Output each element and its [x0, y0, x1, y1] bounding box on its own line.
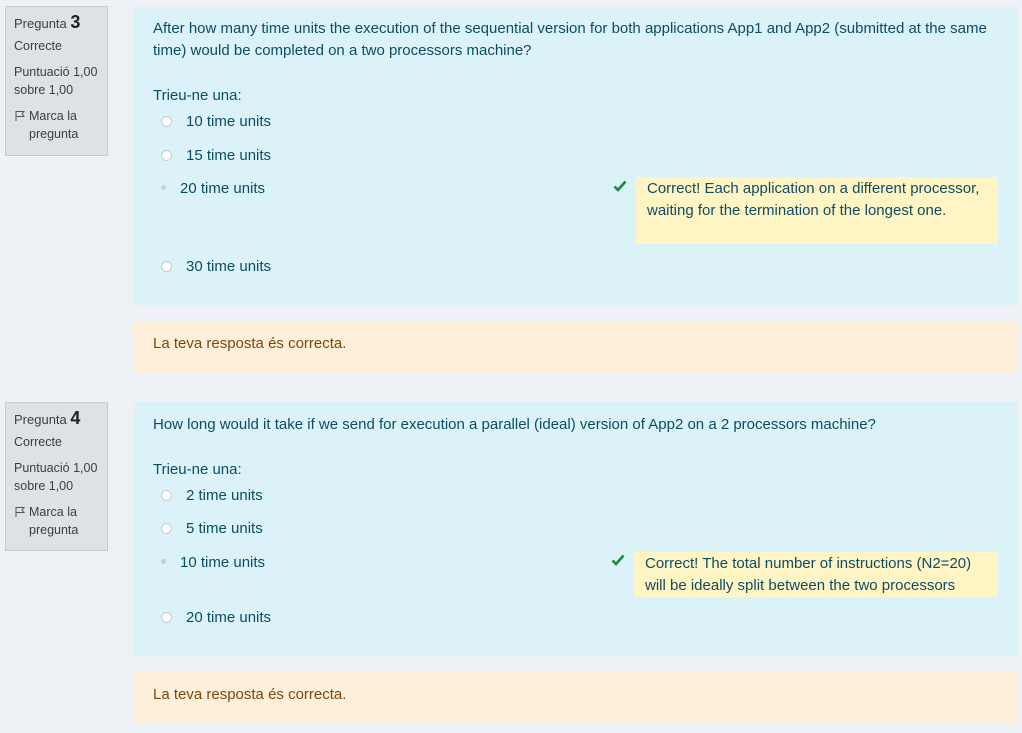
- option-label: 10 time units: [180, 554, 266, 571]
- answer-prompt: Trieu-ne una:: [153, 87, 242, 104]
- flag-line2: pregunta: [29, 523, 79, 537]
- option-label: 15 time units: [186, 147, 272, 164]
- radio-button[interactable]: [161, 523, 172, 534]
- outcome-feedback: La teva resposta és correcta.: [133, 672, 1018, 724]
- radio-button-selected[interactable]: [161, 559, 166, 564]
- flag-icon: [15, 111, 26, 121]
- grade-line1: Puntuació 1,00: [14, 461, 98, 475]
- option-label: 5 time units: [186, 520, 263, 537]
- flag-label: Marca la pregunta: [29, 107, 78, 143]
- question-no: 4: [70, 408, 81, 428]
- radio-button[interactable]: [161, 490, 172, 501]
- option-label: 20 time units: [180, 180, 266, 197]
- option-label: 30 time units: [186, 258, 272, 275]
- option-label: 10 time units: [186, 113, 272, 130]
- radio-button[interactable]: [161, 150, 172, 161]
- grade-line2: sobre 1,00: [14, 83, 74, 97]
- flag-label: Marca la pregunta: [29, 503, 78, 539]
- answer-prompt: Trieu-ne una:: [153, 461, 242, 478]
- question-state: Correcte: [14, 435, 62, 449]
- question-grade: Puntuació 1,00 sobre 1,00: [14, 63, 107, 99]
- flag-line2: pregunta: [29, 127, 79, 141]
- question-label: Pregunta: [14, 16, 67, 31]
- radio-button[interactable]: [161, 612, 172, 623]
- flag-icon: [15, 507, 26, 517]
- option-label: 2 time units: [186, 487, 263, 504]
- flag-question-link[interactable]: Marca la pregunta: [14, 107, 107, 143]
- grade-line1: Puntuació 1,00: [14, 65, 98, 79]
- specific-feedback: Correct! The total number of instruction…: [634, 552, 998, 597]
- flag-question-link[interactable]: Marca la pregunta: [14, 503, 107, 539]
- question-info: Pregunta 3 Correcte Puntuació 1,00 sobre …: [5, 6, 108, 156]
- flag-line1: Marca la: [29, 109, 77, 123]
- question-number: Pregunta 3: [14, 13, 107, 33]
- question-text: How long would it take if we send for ex…: [153, 416, 876, 433]
- question-grade: Puntuació 1,00 sobre 1,00: [14, 459, 107, 495]
- flag-line1: Marca la: [29, 505, 77, 519]
- question-text: After how many time units the execution …: [153, 20, 987, 59]
- radio-button[interactable]: [161, 261, 172, 272]
- option-label: 20 time units: [186, 609, 272, 626]
- question-state: Correcte: [14, 39, 62, 53]
- specific-feedback: Correct! Each application on a different…: [636, 177, 998, 244]
- question-number: Pregunta 4: [14, 409, 107, 429]
- question-content: After how many time units the execution …: [133, 7, 1018, 305]
- question-no: 3: [70, 12, 81, 32]
- radio-button-selected[interactable]: [161, 185, 166, 190]
- radio-button[interactable]: [161, 116, 172, 127]
- outcome-feedback: La teva resposta és correcta.: [133, 321, 1018, 373]
- question-info: Pregunta 4 Correcte Puntuació 1,00 sobre …: [5, 402, 108, 551]
- correct-check-icon: [611, 554, 625, 566]
- correct-check-icon: [613, 180, 627, 192]
- question-label: Pregunta: [14, 412, 67, 427]
- grade-line2: sobre 1,00: [14, 479, 74, 493]
- question-content: How long would it take if we send for ex…: [133, 402, 1018, 656]
